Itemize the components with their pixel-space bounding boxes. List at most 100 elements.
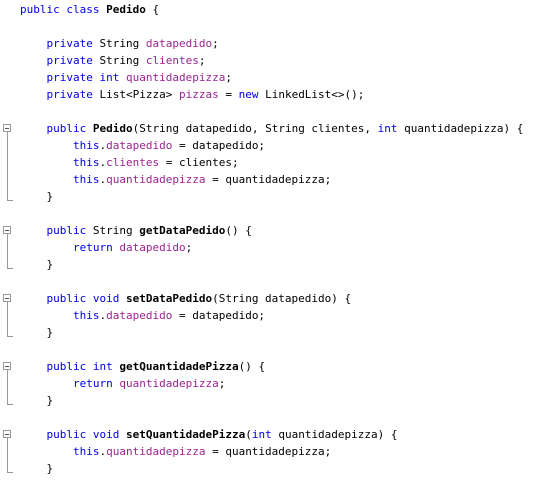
code-token-plain: LinkedList<>(); — [258, 88, 365, 101]
code-line: } — [20, 392, 53, 409]
code-token-kw: this — [72, 309, 100, 322]
code-token-kw: public class — [20, 3, 107, 16]
fold-range-line — [7, 370, 8, 404]
fold-collapse-icon[interactable] — [3, 362, 11, 370]
code-token-plain: = datapedido; — [172, 309, 266, 322]
code-token-field: datapedido — [106, 309, 173, 322]
code-token-kw: public void — [46, 428, 120, 441]
code-line: public class Pedido { — [20, 1, 159, 18]
code-token-kw: int — [377, 122, 398, 135]
code-line: this.quantidadepizza = quantidadepizza; — [20, 171, 331, 188]
code-token-plain: = quantidadepizza; — [205, 173, 332, 186]
code-token-kw: return — [72, 241, 113, 254]
fold-collapse-icon[interactable] — [3, 430, 11, 438]
code-token-plain: String — [92, 37, 146, 50]
code-token-plain: { — [145, 3, 160, 16]
code-token-method: setQuantidadePizza — [125, 428, 246, 441]
code-line: this.datapedido = datapedido; — [20, 307, 265, 324]
code-token-plain: quantidadepizza) { — [397, 122, 524, 135]
code-token-kw: int — [251, 428, 272, 441]
code-token-field: clientes — [145, 54, 199, 67]
code-token-method: getDataPedido — [139, 224, 226, 237]
code-token-field: quantidadepizza — [106, 445, 206, 458]
code-token-kw: public — [46, 224, 87, 237]
code-token-kw: this — [72, 173, 100, 186]
code-token-plain: (String datapedido) { — [212, 292, 352, 305]
code-token-plain: (String datapedido, String clientes, — [132, 122, 378, 135]
code-token-plain: } — [20, 258, 54, 271]
code-token-field: datapedido — [145, 37, 213, 50]
fold-end-marker — [7, 268, 13, 269]
code-line: public Pedido(String datapedido, String … — [20, 120, 524, 137]
fold-range-line — [7, 132, 8, 200]
code-token-plain: = — [218, 88, 239, 101]
fold-range-line — [7, 234, 8, 268]
code-token-field: quantidadepizza — [125, 71, 226, 84]
code-line: private String datapedido; — [20, 35, 219, 52]
code-token-plain: () { — [225, 224, 252, 237]
code-token-plain: ; — [185, 241, 193, 254]
code-line: return quantidadepizza; — [20, 375, 225, 392]
fold-gutter — [0, 0, 16, 484]
code-line: this.quantidadepizza = quantidadepizza; — [20, 443, 331, 460]
code-token-field: datapedido — [106, 139, 173, 152]
fold-end-marker — [7, 404, 13, 405]
code-token-kw: public int — [46, 360, 113, 373]
code-token-kw: private — [46, 88, 93, 101]
code-token-method: setDataPedido — [125, 292, 213, 305]
code-token-plain: = quantidadepizza; — [205, 445, 332, 458]
code-token-kw: this — [72, 445, 100, 458]
code-token-kw: return — [72, 377, 113, 390]
fold-end-marker — [7, 336, 13, 337]
code-line: private String clientes; — [20, 52, 206, 69]
fold-end-marker — [7, 200, 13, 201]
code-token-field: quantidadepizza — [119, 377, 219, 390]
fold-collapse-icon[interactable] — [3, 294, 11, 302]
code-token-plain: } — [20, 326, 54, 339]
fold-range-line — [7, 438, 8, 472]
code-token-field: clientes — [106, 156, 160, 169]
code-token-kw: new — [238, 88, 259, 101]
code-token-plain: } — [20, 190, 54, 203]
fold-end-marker — [7, 472, 13, 473]
code-line: public String getDataPedido() { — [20, 222, 252, 239]
code-token-kw: private — [46, 54, 93, 67]
code-token-kw: private — [46, 37, 93, 50]
fold-collapse-icon[interactable] — [3, 124, 11, 132]
code-token-method: Pedido — [106, 3, 146, 16]
code-token-plain: ; — [225, 71, 232, 84]
code-line: } — [20, 460, 53, 477]
fold-collapse-icon[interactable] — [3, 226, 11, 234]
code-token-method: Pedido — [92, 122, 133, 135]
code-token-plain: = datapedido; — [172, 139, 266, 152]
code-token-plain: ; — [218, 377, 226, 390]
code-token-method: getQuantidadePizza — [119, 360, 239, 373]
code-editor[interactable]: public class Pedido { private String dat… — [0, 0, 558, 484]
code-token-plain: ( — [245, 428, 252, 441]
code-token-plain: = clientes; — [159, 156, 239, 169]
code-token-plain: } — [20, 394, 54, 407]
code-token-plain: quantidadepizza) { — [271, 428, 398, 441]
code-token-plain: ; — [198, 54, 206, 67]
code-line: public int getQuantidadePizza() { — [20, 358, 266, 375]
code-line: } — [20, 188, 53, 205]
code-line: } — [20, 256, 53, 273]
code-token-plain: List<Pizza> — [92, 88, 179, 101]
code-line: return datapedido; — [20, 239, 192, 256]
